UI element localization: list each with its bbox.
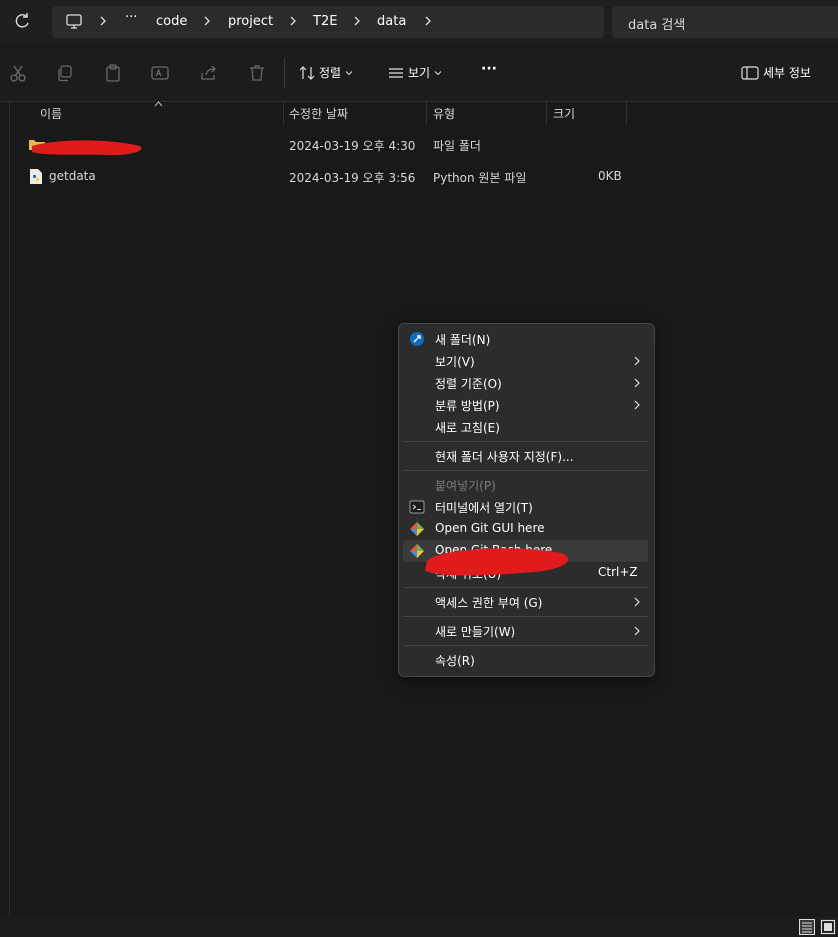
tiles-view-icon[interactable] (820, 919, 836, 935)
menu-item-new-folder[interactable]: 새 폴더(N) (403, 328, 648, 350)
column-header-modified[interactable]: 수정한 날짜 (283, 101, 426, 125)
menu-separator (403, 470, 648, 471)
view-label: 보기 (408, 66, 431, 80)
shortcut-label: Ctrl+Z (598, 565, 638, 579)
address-bar: ··· code project T2E data data 검색 (0, 0, 838, 44)
search-input[interactable]: data 검색 (612, 6, 838, 38)
file-modified: 2024-03-19 오후 3:56 (289, 171, 416, 185)
column-divider[interactable] (626, 101, 627, 125)
command-bar: 정렬 보기 ··· 세부 정보 (0, 44, 838, 102)
column-header-size[interactable]: 크기 (547, 101, 626, 125)
view-icon (389, 67, 403, 78)
menu-item-view[interactable]: 보기(V) (403, 350, 648, 372)
chevron-right-icon[interactable] (423, 14, 433, 28)
git-icon (410, 522, 424, 536)
pane-divider (9, 101, 10, 916)
chevron-down-icon (345, 70, 353, 75)
chevron-right-icon (634, 400, 640, 410)
menu-item-customize-folder[interactable]: 현재 폴더 사용자 지정(F)... (403, 445, 648, 467)
breadcrumb-project[interactable]: project (228, 14, 273, 29)
search-placeholder: data 검색 (628, 18, 686, 33)
menu-separator (403, 645, 648, 646)
chevron-right-icon (634, 597, 640, 607)
sort-label: 정렬 (319, 66, 342, 80)
paste-icon[interactable] (103, 63, 123, 83)
sort-button[interactable]: 정렬 (299, 64, 353, 82)
menu-item-open-terminal[interactable]: 터미널에서 열기(T) (403, 496, 648, 518)
refresh-icon[interactable] (12, 11, 32, 31)
column-header-name[interactable]: 이름 (34, 101, 282, 125)
file-type: 파일 폴더 (433, 139, 481, 153)
terminal-icon (409, 500, 425, 514)
status-bar (0, 916, 838, 937)
breadcrumb-t2e[interactable]: T2E (313, 14, 337, 29)
computer-icon[interactable] (65, 14, 83, 30)
menu-item-group-by[interactable]: 분류 방법(P) (403, 394, 648, 416)
details-view-icon[interactable] (799, 919, 815, 935)
breadcrumb-code[interactable]: code (156, 14, 187, 29)
context-menu: 새 폴더(N) 보기(V) 정렬 기준(O) 분류 방법(P) 새로 고침(E)… (398, 323, 655, 677)
menu-item-give-access[interactable]: 액세스 권한 부여 (G) (403, 591, 648, 613)
copy-icon[interactable] (55, 63, 75, 83)
file-row[interactable]: getdata 2024-03-19 오후 3:56 Python 원본 파일 … (22, 162, 627, 192)
menu-separator (403, 616, 648, 617)
chevron-right-icon (290, 16, 296, 26)
delete-icon[interactable] (247, 63, 267, 83)
chevron-right-icon (100, 16, 106, 26)
chevron-right-icon (634, 356, 640, 366)
chevron-right-icon (634, 378, 640, 388)
menu-item-new[interactable]: 새로 만들기(W) (403, 620, 648, 642)
column-header-type[interactable]: 유형 (427, 101, 546, 125)
more-options-button[interactable]: ··· (481, 61, 497, 79)
sort-icon (299, 65, 315, 80)
share-icon[interactable] (199, 63, 219, 83)
menu-item-open-git-gui[interactable]: Open Git GUI here (403, 518, 648, 540)
cut-icon[interactable] (8, 63, 28, 83)
file-modified: 2024-03-19 오후 4:30 (289, 139, 416, 153)
details-label: 세부 정보 (763, 66, 811, 80)
file-size: 0KB (598, 169, 622, 183)
menu-item-properties[interactable]: 속성(R) (403, 649, 648, 671)
breadcrumb-more[interactable]: ··· (125, 10, 137, 25)
breadcrumb[interactable]: ··· code project T2E data (52, 6, 604, 38)
toolbar-divider (284, 58, 285, 88)
chevron-right-icon (354, 16, 360, 26)
details-button[interactable]: 세부 정보 (741, 64, 815, 82)
file-name: getdata (49, 169, 96, 183)
view-button[interactable]: 보기 (388, 64, 442, 82)
breadcrumb-data[interactable]: data (377, 14, 406, 29)
file-type: Python 원본 파일 (433, 171, 527, 185)
menu-item-sort-by[interactable]: 정렬 기준(O) (403, 372, 648, 394)
menu-item-refresh[interactable]: 새로 고침(E) (403, 416, 648, 438)
redaction-mark (32, 140, 142, 156)
chevron-down-icon (434, 70, 442, 75)
chevron-right-icon (204, 16, 210, 26)
python-file-icon (30, 169, 42, 184)
details-pane-icon (741, 65, 759, 80)
menu-separator (403, 587, 648, 588)
menu-item-paste: 붙여넣기(P) (435, 479, 496, 493)
menu-separator (403, 441, 648, 442)
rename-icon[interactable] (150, 63, 170, 83)
redaction-mark (425, 548, 569, 576)
new-folder-icon (410, 332, 424, 346)
chevron-right-icon (634, 626, 640, 636)
file-row[interactable]: 2024-03-19 오후 4:30 파일 폴더 (22, 130, 627, 160)
